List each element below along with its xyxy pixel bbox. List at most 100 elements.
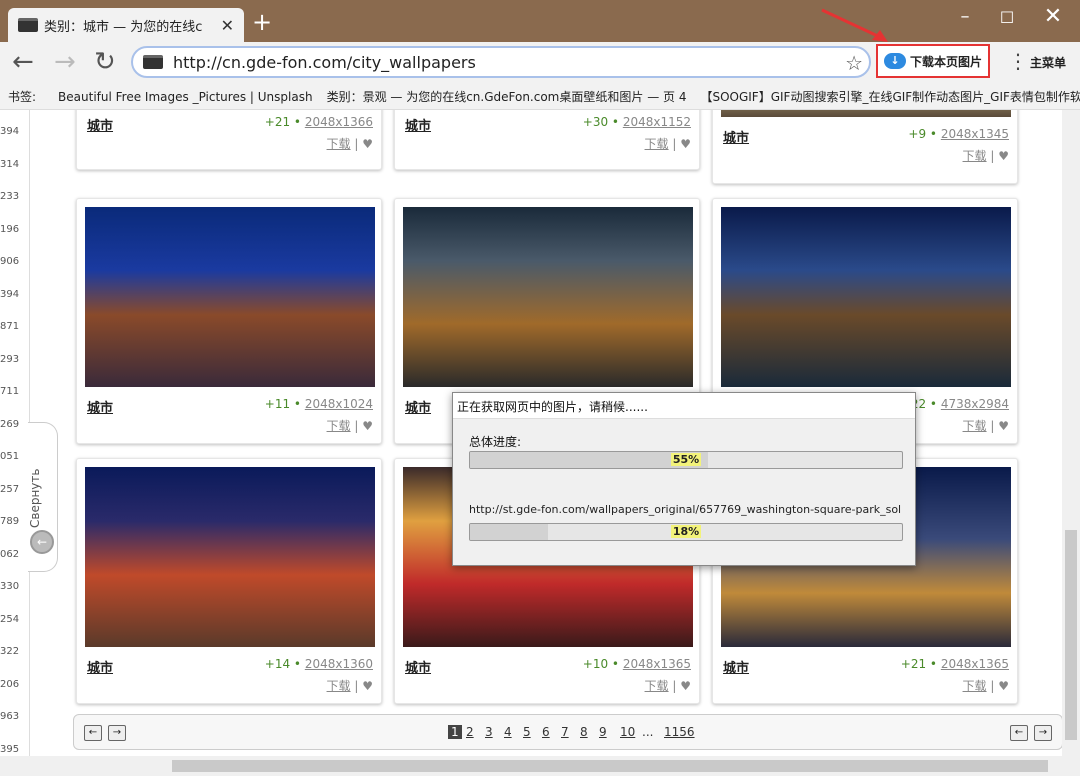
resolution-link[interactable]: 4738x2984 <box>941 397 1009 411</box>
bookmark-star-icon[interactable]: ☆ <box>845 51 863 75</box>
cloud-download-icon: ↓ <box>884 53 906 69</box>
category-link[interactable]: 城市 <box>405 657 431 676</box>
page-number-link[interactable]: 5 <box>523 725 531 739</box>
page-number-link[interactable]: 1156 <box>664 725 695 739</box>
resolution-link[interactable]: 2048x1365 <box>941 657 1009 671</box>
download-link[interactable]: 下载 <box>645 137 669 151</box>
page-number-link[interactable]: 10 <box>620 725 635 739</box>
resolution-link[interactable]: 2048x1360 <box>305 657 373 671</box>
download-page-images-button[interactable]: ↓ 下载本页图片 <box>876 44 990 78</box>
download-link[interactable]: 下载 <box>327 137 351 151</box>
download-link[interactable]: 下载 <box>963 419 987 433</box>
bookmark-item[interactable]: Beautiful Free Images _Pictures | Unspla… <box>58 90 313 104</box>
prev-page-button[interactable]: ← <box>84 725 102 741</box>
category-link[interactable]: 城市 <box>723 127 749 146</box>
bookmark-item[interactable]: 【SOOGIF】GIF动图搜索引擎_在线GIF制作动态图片_GIF表情包制作软件 <box>700 88 1080 105</box>
download-link[interactable]: 下载 <box>963 149 987 163</box>
address-bar[interactable]: http://cn.gde-fon.com/city_wallpapers ☆ <box>131 46 871 78</box>
page-number-link[interactable]: 3 <box>485 725 493 739</box>
resolution-link[interactable]: 2048x1024 <box>305 397 373 411</box>
page-number-link[interactable]: 2 <box>466 725 474 739</box>
heart-icon[interactable]: ♥ <box>362 679 373 693</box>
left-sidebar: 394 314 233 196 906 394 871 293 711 269 051 257 789 0… <box>0 110 30 756</box>
wallpaper-thumbnail[interactable] <box>85 467 375 647</box>
wallpaper-thumbnail[interactable] <box>85 207 375 387</box>
page-number-link[interactable]: 4 <box>504 725 512 739</box>
menu-dots-icon[interactable]: ⋮ <box>1008 50 1028 72</box>
heart-icon[interactable]: ♥ <box>998 149 1009 163</box>
category-link[interactable]: 城市 <box>87 397 113 416</box>
heart-icon[interactable]: ♥ <box>680 137 691 151</box>
wallpaper-thumbnail[interactable] <box>721 110 1011 117</box>
next-page-button[interactable]: → <box>108 725 126 741</box>
wallpaper-card[interactable]: 城市 +21 • 2048x1366 下载 | ♥ <box>76 110 382 170</box>
maximize-icon[interactable]: ☐ <box>992 8 1022 27</box>
download-link[interactable]: 下载 <box>327 419 351 433</box>
pagination-bar: ← → ← → 1 2 3 4 5 6 7 8 9 10... 1156 <box>73 714 1062 750</box>
wallpaper-thumbnail[interactable] <box>721 207 1011 387</box>
main-menu-label[interactable]: 主菜单 <box>1030 54 1066 71</box>
forward-arrow-icon[interactable]: → <box>54 48 76 76</box>
minimize-icon[interactable]: – <box>950 6 980 27</box>
reload-icon[interactable]: ↻ <box>94 48 116 76</box>
page-number-link[interactable]: 6 <box>542 725 550 739</box>
download-link[interactable]: 下载 <box>645 679 669 693</box>
resolution-link[interactable]: 2048x1152 <box>623 115 691 129</box>
prev-page-button[interactable]: ← <box>1010 725 1028 741</box>
page-number-link[interactable]: 9 <box>599 725 607 739</box>
new-tab-button[interactable]: + <box>252 10 272 34</box>
vertical-scrollbar[interactable] <box>1062 110 1080 756</box>
sidebar-number: 293 <box>0 353 20 365</box>
site-info-icon <box>143 55 163 69</box>
download-link[interactable]: 下载 <box>327 679 351 693</box>
total-progress-bar: 55% <box>469 451 903 469</box>
sidebar-number: 395 <box>0 743 20 755</box>
card-meta: +14 • 2048x1360 <box>264 657 373 671</box>
sidebar-number: 394 <box>0 288 20 300</box>
wallpaper-card[interactable]: 城市 +11 • 2048x1024 下载 | ♥ <box>76 198 382 444</box>
file-progress-bar: 18% <box>469 523 903 541</box>
category-link[interactable]: 城市 <box>87 115 113 134</box>
resolution-link[interactable]: 2048x1365 <box>623 657 691 671</box>
page-number-link[interactable]: 7 <box>561 725 569 739</box>
tab-close-icon[interactable]: ✕ <box>221 16 234 35</box>
vertical-scroll-thumb[interactable] <box>1065 530 1077 740</box>
card-actions: 下载 | ♥ <box>326 137 373 151</box>
wallpaper-thumbnail[interactable] <box>403 207 693 387</box>
resolution-link[interactable]: 2048x1366 <box>305 115 373 129</box>
file-progress-percent: 18% <box>670 525 702 538</box>
collapse-arrow-icon[interactable]: ← <box>30 530 54 554</box>
back-arrow-icon[interactable]: ← <box>12 48 34 76</box>
page-number-link[interactable]: 1 <box>448 725 462 739</box>
heart-icon[interactable]: ♥ <box>998 679 1009 693</box>
vote-count: +10 <box>582 657 609 671</box>
download-progress-dialog: 正在获取网页中的图片，请稍候...... 总体进度: 55% http://st… <box>452 392 916 566</box>
site-favicon-icon <box>18 18 38 32</box>
category-link[interactable]: 城市 <box>405 115 431 134</box>
page-number-link[interactable]: 8 <box>580 725 588 739</box>
bookmark-item[interactable]: 类别：景观 — 为您的在线cn.GdeFon.com桌面壁纸和图片 — 页 4 <box>327 88 687 105</box>
wallpaper-card[interactable]: 城市 +30 • 2048x1152 下载 | ♥ <box>394 110 700 170</box>
download-link[interactable]: 下载 <box>963 679 987 693</box>
resolution-link[interactable]: 2048x1345 <box>941 127 1009 141</box>
card-meta: +30 • 2048x1152 <box>582 115 691 129</box>
window-close-icon[interactable]: ✕ <box>1038 4 1068 29</box>
horizontal-scrollbar[interactable] <box>0 756 1080 776</box>
category-link[interactable]: 城市 <box>87 657 113 676</box>
heart-icon[interactable]: ♥ <box>998 419 1009 433</box>
tab-active[interactable]: 类别：城市 — 为您的在线c ✕ <box>8 8 244 42</box>
vote-count: +11 <box>264 397 291 411</box>
next-page-button[interactable]: → <box>1034 725 1052 741</box>
collapse-panel-button[interactable]: Свернуть ← <box>28 422 58 572</box>
toolbar: ← → ↻ http://cn.gde-fon.com/city_wallpap… <box>0 42 1080 84</box>
category-link[interactable]: 城市 <box>723 657 749 676</box>
url-text[interactable]: http://cn.gde-fon.com/city_wallpapers <box>173 53 476 72</box>
card-actions: 下载 | ♥ <box>962 679 1009 693</box>
category-link[interactable]: 城市 <box>405 397 431 416</box>
wallpaper-card[interactable]: 城市 +9 • 2048x1345 下载 | ♥ <box>712 110 1018 184</box>
wallpaper-card[interactable]: 城市 +14 • 2048x1360 下载 | ♥ <box>76 458 382 704</box>
heart-icon[interactable]: ♥ <box>362 419 373 433</box>
heart-icon[interactable]: ♥ <box>680 679 691 693</box>
horizontal-scroll-thumb[interactable] <box>172 760 1048 772</box>
heart-icon[interactable]: ♥ <box>362 137 373 151</box>
